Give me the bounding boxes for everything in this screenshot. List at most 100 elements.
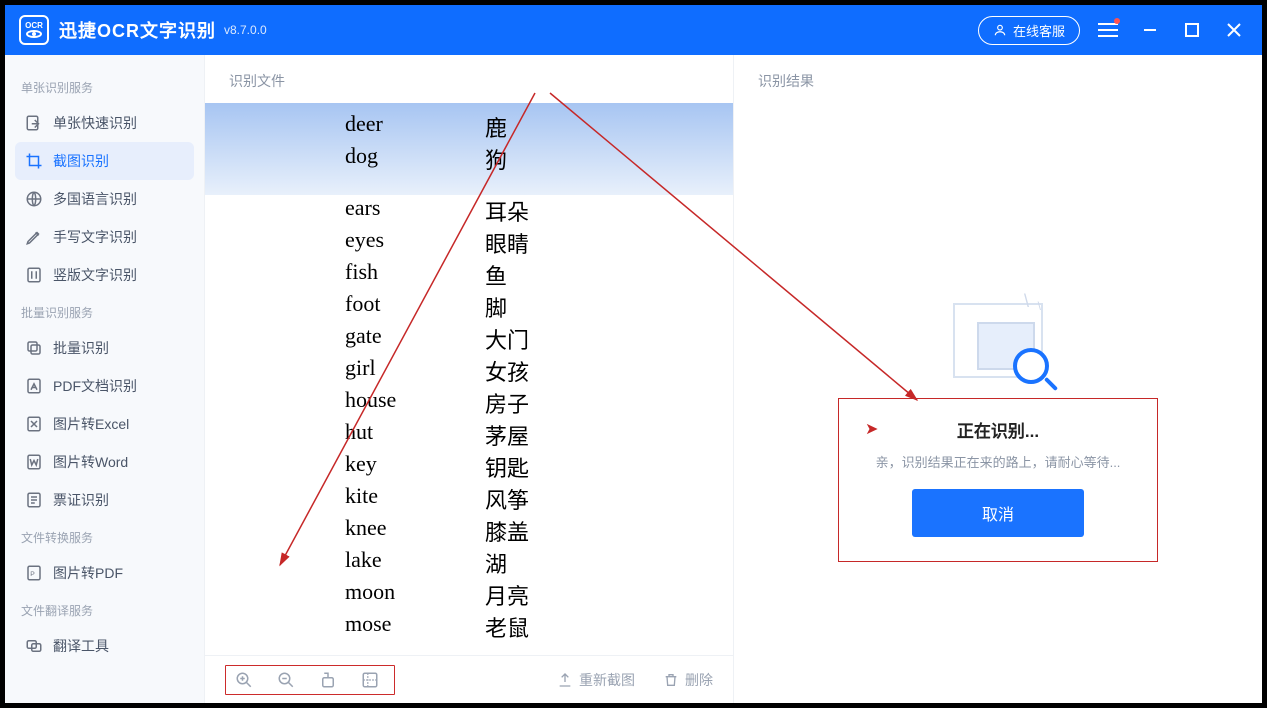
delete-button[interactable]: 删除 bbox=[663, 670, 713, 690]
fit-button[interactable] bbox=[360, 670, 380, 690]
word-row: knee膝盖 bbox=[345, 515, 733, 547]
sidebar-item[interactable]: 手写文字识别 bbox=[15, 218, 194, 256]
zoom-out-button[interactable] bbox=[276, 670, 296, 690]
source-panel-body: deer鹿dog狗ears耳朵eyes眼睛fish鱼foot脚gate大门gir… bbox=[205, 103, 733, 655]
arrow-head-icon: ➤ bbox=[865, 419, 878, 439]
logo-text: OCR bbox=[25, 22, 43, 30]
word-en: deer bbox=[345, 111, 485, 143]
word-cn: 大门 bbox=[485, 323, 529, 355]
source-panel-title: 识别文件 bbox=[205, 55, 733, 103]
status-title: 正在识别... bbox=[859, 417, 1137, 442]
sidebar-item-label: 多国语言识别 bbox=[53, 189, 137, 209]
customer-service-button[interactable]: 在线客服 bbox=[978, 16, 1080, 45]
word-en: hut bbox=[345, 419, 485, 451]
word-cn: 狗 bbox=[485, 143, 507, 175]
maximize-icon bbox=[1185, 23, 1199, 37]
headset-icon bbox=[993, 23, 1007, 37]
word-row: key钥匙 bbox=[345, 451, 733, 483]
rotate-icon bbox=[319, 671, 337, 689]
cancel-button[interactable]: 取消 bbox=[912, 489, 1084, 537]
sidebar-item-label: 截图识别 bbox=[53, 151, 109, 171]
word-en: gate bbox=[345, 323, 485, 355]
zoom-out-icon bbox=[277, 671, 295, 689]
app-title: 迅捷OCR文字识别 bbox=[59, 17, 216, 43]
status-box: ➤ 正在识别... 亲，识别结果正在来的路上，请耐心等待... 取消 bbox=[838, 398, 1158, 562]
word-row: moon月亮 bbox=[345, 579, 733, 611]
word-row: lake湖 bbox=[345, 547, 733, 579]
word-row: hut茅屋 bbox=[345, 419, 733, 451]
word-row: kite风筝 bbox=[345, 483, 733, 515]
sidebar-item-label: PDF文档识别 bbox=[53, 376, 137, 396]
word-row: fish鱼 bbox=[345, 259, 733, 291]
sidebar-item[interactable]: 截图识别 bbox=[15, 142, 194, 180]
sidebar-item[interactable]: 多国语言识别 bbox=[15, 180, 194, 218]
zoom-in-icon bbox=[235, 671, 253, 689]
copy-icon bbox=[25, 339, 43, 357]
word-row: ears耳朵 bbox=[345, 195, 733, 227]
word-cn: 女孩 bbox=[485, 355, 529, 387]
receipt-icon bbox=[25, 491, 43, 509]
word-en: lake bbox=[345, 547, 485, 579]
rotate-button[interactable] bbox=[318, 670, 338, 690]
recapture-button[interactable]: 重新截图 bbox=[557, 670, 635, 690]
sidebar-item[interactable]: 翻译工具 bbox=[15, 627, 194, 665]
word-cn: 脚 bbox=[485, 291, 507, 323]
sidebar-item-label: 图片转Excel bbox=[53, 414, 129, 434]
sidebar-section-title: 文件转换服务 bbox=[21, 529, 188, 546]
minimize-icon bbox=[1142, 22, 1158, 38]
source-toolbar: 重新截图 删除 bbox=[205, 655, 733, 703]
sidebar-item[interactable]: 图片转Excel bbox=[15, 405, 194, 443]
sidebar-section-title: 文件翻译服务 bbox=[21, 602, 188, 619]
maximize-button[interactable] bbox=[1178, 16, 1206, 44]
word-en: knee bbox=[345, 515, 485, 547]
word-en: eyes bbox=[345, 227, 485, 259]
word-row: house房子 bbox=[345, 387, 733, 419]
customer-service-label: 在线客服 bbox=[1013, 21, 1065, 40]
sidebar-item-label: 单张快速识别 bbox=[53, 113, 137, 133]
export-icon bbox=[25, 114, 43, 132]
sidebar-item[interactable]: 图片转Word bbox=[15, 443, 194, 481]
titlebar: OCR 迅捷OCR文字识别 v8.7.0.0 在线客服 bbox=[5, 5, 1262, 55]
menu-button[interactable] bbox=[1094, 16, 1122, 44]
sidebar-item[interactable]: 票证识别 bbox=[15, 481, 194, 519]
globe-icon bbox=[25, 190, 43, 208]
word-row: dog狗 bbox=[345, 143, 733, 175]
word-en: girl bbox=[345, 355, 485, 387]
sidebar-item[interactable]: P图片转PDF bbox=[15, 554, 194, 592]
word-en: kite bbox=[345, 483, 485, 515]
word-cn: 房子 bbox=[485, 387, 529, 419]
close-icon bbox=[1226, 22, 1242, 38]
sidebar-item[interactable]: 单张快速识别 bbox=[15, 104, 194, 142]
result-panel-title: 识别结果 bbox=[734, 55, 1262, 103]
word-en: key bbox=[345, 451, 485, 483]
sidebar-item-label: 票证识别 bbox=[53, 490, 109, 510]
sidebar-section-title: 单张识别服务 bbox=[21, 79, 188, 96]
close-button[interactable] bbox=[1220, 16, 1248, 44]
sidebar-item-label: 翻译工具 bbox=[53, 636, 109, 656]
word-icon bbox=[25, 453, 43, 471]
word-cn: 耳朵 bbox=[485, 195, 529, 227]
sidebar-item[interactable]: PDF文档识别 bbox=[15, 367, 194, 405]
result-panel: 识别结果 \\ ➤ bbox=[733, 55, 1262, 703]
word-cn: 茅屋 bbox=[485, 419, 529, 451]
result-area: \\ ➤ 正在识别... 亲，识别结果正在来的路上，请耐心等待... bbox=[734, 103, 1262, 703]
sidebar-item[interactable]: 批量识别 bbox=[15, 329, 194, 367]
word-en: mose bbox=[345, 611, 485, 643]
source-panel: 识别文件 deer鹿dog狗ears耳朵eyes眼睛fish鱼foot脚gate… bbox=[205, 55, 733, 703]
word-cn: 钥匙 bbox=[485, 451, 529, 483]
app-logo: OCR bbox=[19, 15, 49, 45]
word-cn: 鱼 bbox=[485, 259, 507, 291]
zoom-in-button[interactable] bbox=[234, 670, 254, 690]
word-en: ears bbox=[345, 195, 485, 227]
word-cn: 老鼠 bbox=[485, 611, 529, 643]
topdf-icon: P bbox=[25, 564, 43, 582]
recapture-label: 重新截图 bbox=[579, 670, 635, 690]
vertical-text-icon bbox=[25, 266, 43, 284]
sidebar-item[interactable]: 竖版文字识别 bbox=[15, 256, 194, 294]
word-cn: 湖 bbox=[485, 547, 507, 579]
word-row: gate大门 bbox=[345, 323, 733, 355]
word-cn: 眼睛 bbox=[485, 227, 529, 259]
word-en: moon bbox=[345, 579, 485, 611]
sidebar-item-label: 图片转Word bbox=[53, 452, 128, 472]
minimize-button[interactable] bbox=[1136, 16, 1164, 44]
